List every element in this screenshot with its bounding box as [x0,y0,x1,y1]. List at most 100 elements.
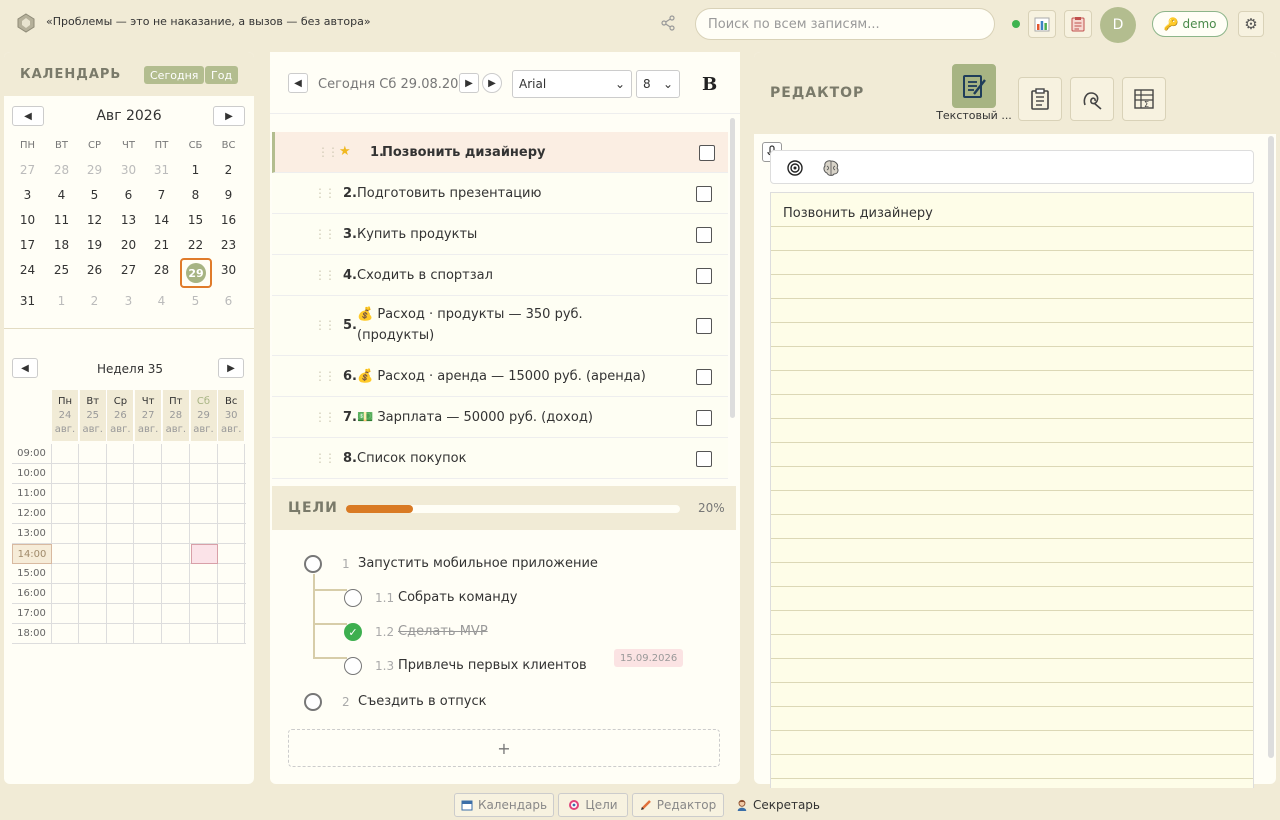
time-slot[interactable] [191,584,218,604]
time-slot[interactable] [135,604,163,624]
calendar-day[interactable]: 5 [179,290,212,312]
calendar-day[interactable]: 21 [145,234,178,256]
star-icon[interactable]: ★ [339,144,351,159]
time-slot[interactable] [163,564,190,584]
time-slot[interactable] [52,544,79,564]
time-slot[interactable] [52,604,79,624]
week-day-header[interactable]: Чт 27 авг. [135,390,163,441]
time-slot[interactable] [218,564,246,584]
time-slot[interactable] [135,464,163,484]
task-checkbox[interactable] [696,267,712,284]
time-slot[interactable] [163,484,190,504]
week-day-header[interactable]: Пн 24 авг. [52,390,79,441]
time-slot[interactable] [80,584,107,604]
year-button[interactable]: Год [205,66,239,84]
time-slot[interactable] [218,504,246,524]
time-slot[interactable] [191,564,218,584]
goal-text[interactable]: Съездить в отпуск [358,694,487,709]
font-family-select[interactable]: Arial ⌄ [512,70,632,98]
calendar-day[interactable]: 4 [45,184,78,206]
time-slot[interactable] [163,524,190,544]
calendar-day[interactable]: 30 [112,159,145,181]
calendar-day[interactable]: 4 [145,290,178,312]
drawing-tool[interactable] [1070,77,1114,121]
calendar-day[interactable]: 6 [112,184,145,206]
play-button[interactable]: ▶ [482,73,502,93]
time-slot[interactable] [218,444,246,464]
goal-status-circle[interactable] [304,693,322,711]
bottom-goals-button[interactable]: Цели [558,793,628,817]
time-slot[interactable] [163,624,190,644]
editor-text-area[interactable]: Позвонить дизайнеру [770,192,1254,792]
drag-handle-icon[interactable]: ⋮⋮ [314,268,336,282]
time-slot[interactable] [191,624,218,644]
task-list-scrollbar[interactable] [730,118,735,418]
time-slot[interactable] [191,504,218,524]
task-row[interactable]: ⋮⋮ 6. 💰 Расход · аренда — 15000 руб. (арен… [272,356,728,397]
task-row[interactable]: ⋮⋮ ★ 1. Позвонить дизайнеру [272,132,728,173]
time-slot[interactable] [52,584,79,604]
calendar-day[interactable]: 30 [212,259,245,281]
goal-text[interactable]: Привлечь первых клиентов [398,658,587,673]
drag-handle-icon[interactable]: ⋮⋮ [314,410,336,424]
week-day-header[interactable]: Сб 29 авг. [190,390,218,441]
time-slot[interactable] [135,484,163,504]
font-size-select[interactable]: 8 ⌄ [636,70,680,98]
time-slot[interactable] [52,464,79,484]
time-slot[interactable] [191,604,218,624]
time-slot[interactable] [135,544,163,564]
task-row[interactable]: ⋮⋮ 8. Список покупок [272,438,728,479]
calendar-day[interactable]: 14 [145,209,178,231]
calendar-day[interactable]: 24 [11,259,44,281]
calendar-day[interactable]: 17 [11,234,44,256]
time-slot[interactable] [218,544,246,564]
task-checkbox[interactable] [696,368,712,385]
time-slot[interactable] [80,524,107,544]
goal-text[interactable]: Собрать команду [398,590,517,605]
calendar-day[interactable]: 28 [145,259,178,281]
today-button[interactable]: Сегодня [144,66,205,84]
calendar-day[interactable]: 29 [78,159,111,181]
time-slot[interactable] [163,604,190,624]
time-slot[interactable] [135,524,163,544]
time-slot[interactable] [135,444,163,464]
time-slot[interactable] [80,444,107,464]
time-slot[interactable] [107,604,135,624]
time-slot[interactable] [107,504,135,524]
calendar-day[interactable]: 2 [78,290,111,312]
task-checkbox[interactable] [699,144,715,161]
calendar-day[interactable]: 18 [45,234,78,256]
goal-status-circle[interactable] [344,589,362,607]
time-slot[interactable] [135,504,163,524]
calendar-day[interactable]: 19 [78,234,111,256]
time-slot[interactable] [107,484,135,504]
calendar-day[interactable]: 27 [112,259,145,281]
time-slot[interactable] [135,584,163,604]
calendar-day[interactable]: 2 [212,159,245,181]
editor-scrollbar[interactable] [1268,136,1274,758]
prev-day-button[interactable]: ◀ [288,73,308,93]
calendar-day[interactable]: 1 [45,290,78,312]
time-slot[interactable] [80,624,107,644]
stats-button[interactable] [1028,10,1056,38]
task-checkbox[interactable] [696,318,712,334]
add-goal-button[interactable]: + [288,729,720,767]
bottom-calendar-button[interactable]: Календарь [454,793,554,817]
bold-button[interactable]: B [702,74,717,95]
calendar-day[interactable]: 15 [179,209,212,231]
time-slot[interactable] [107,524,135,544]
bottom-secretary-button[interactable]: Секретарь [736,793,820,817]
time-slot[interactable] [191,464,218,484]
time-slot[interactable] [80,604,107,624]
app-logo-icon[interactable] [16,13,36,33]
calendar-day[interactable]: 25 [45,259,78,281]
time-slot[interactable] [52,484,79,504]
time-slot[interactable] [163,504,190,524]
time-slot[interactable] [52,564,79,584]
time-slot[interactable] [218,484,246,504]
time-slot[interactable] [218,604,246,624]
calendar-day[interactable]: 7 [145,184,178,206]
prev-week-button[interactable]: ◀ [12,358,38,378]
time-slot[interactable] [107,564,135,584]
calendar-day[interactable]: 16 [212,209,245,231]
